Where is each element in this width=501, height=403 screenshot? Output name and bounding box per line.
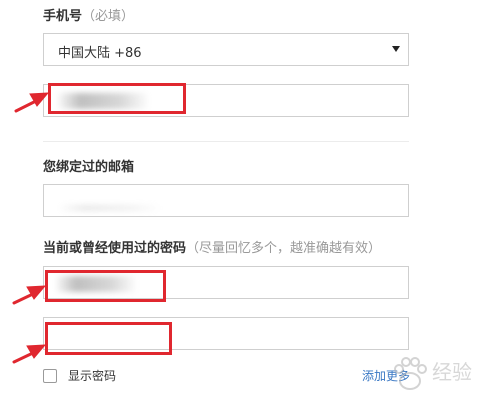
arrow-password-1-icon xyxy=(12,285,47,305)
arrow-password-2-icon xyxy=(12,344,47,364)
arrow-phone-icon xyxy=(14,92,50,113)
watermark: 经验 xyxy=(388,348,498,400)
annotation-arrows xyxy=(12,92,50,364)
baidu-paw-icon xyxy=(394,357,427,390)
watermark-text: 经验 xyxy=(432,360,472,384)
